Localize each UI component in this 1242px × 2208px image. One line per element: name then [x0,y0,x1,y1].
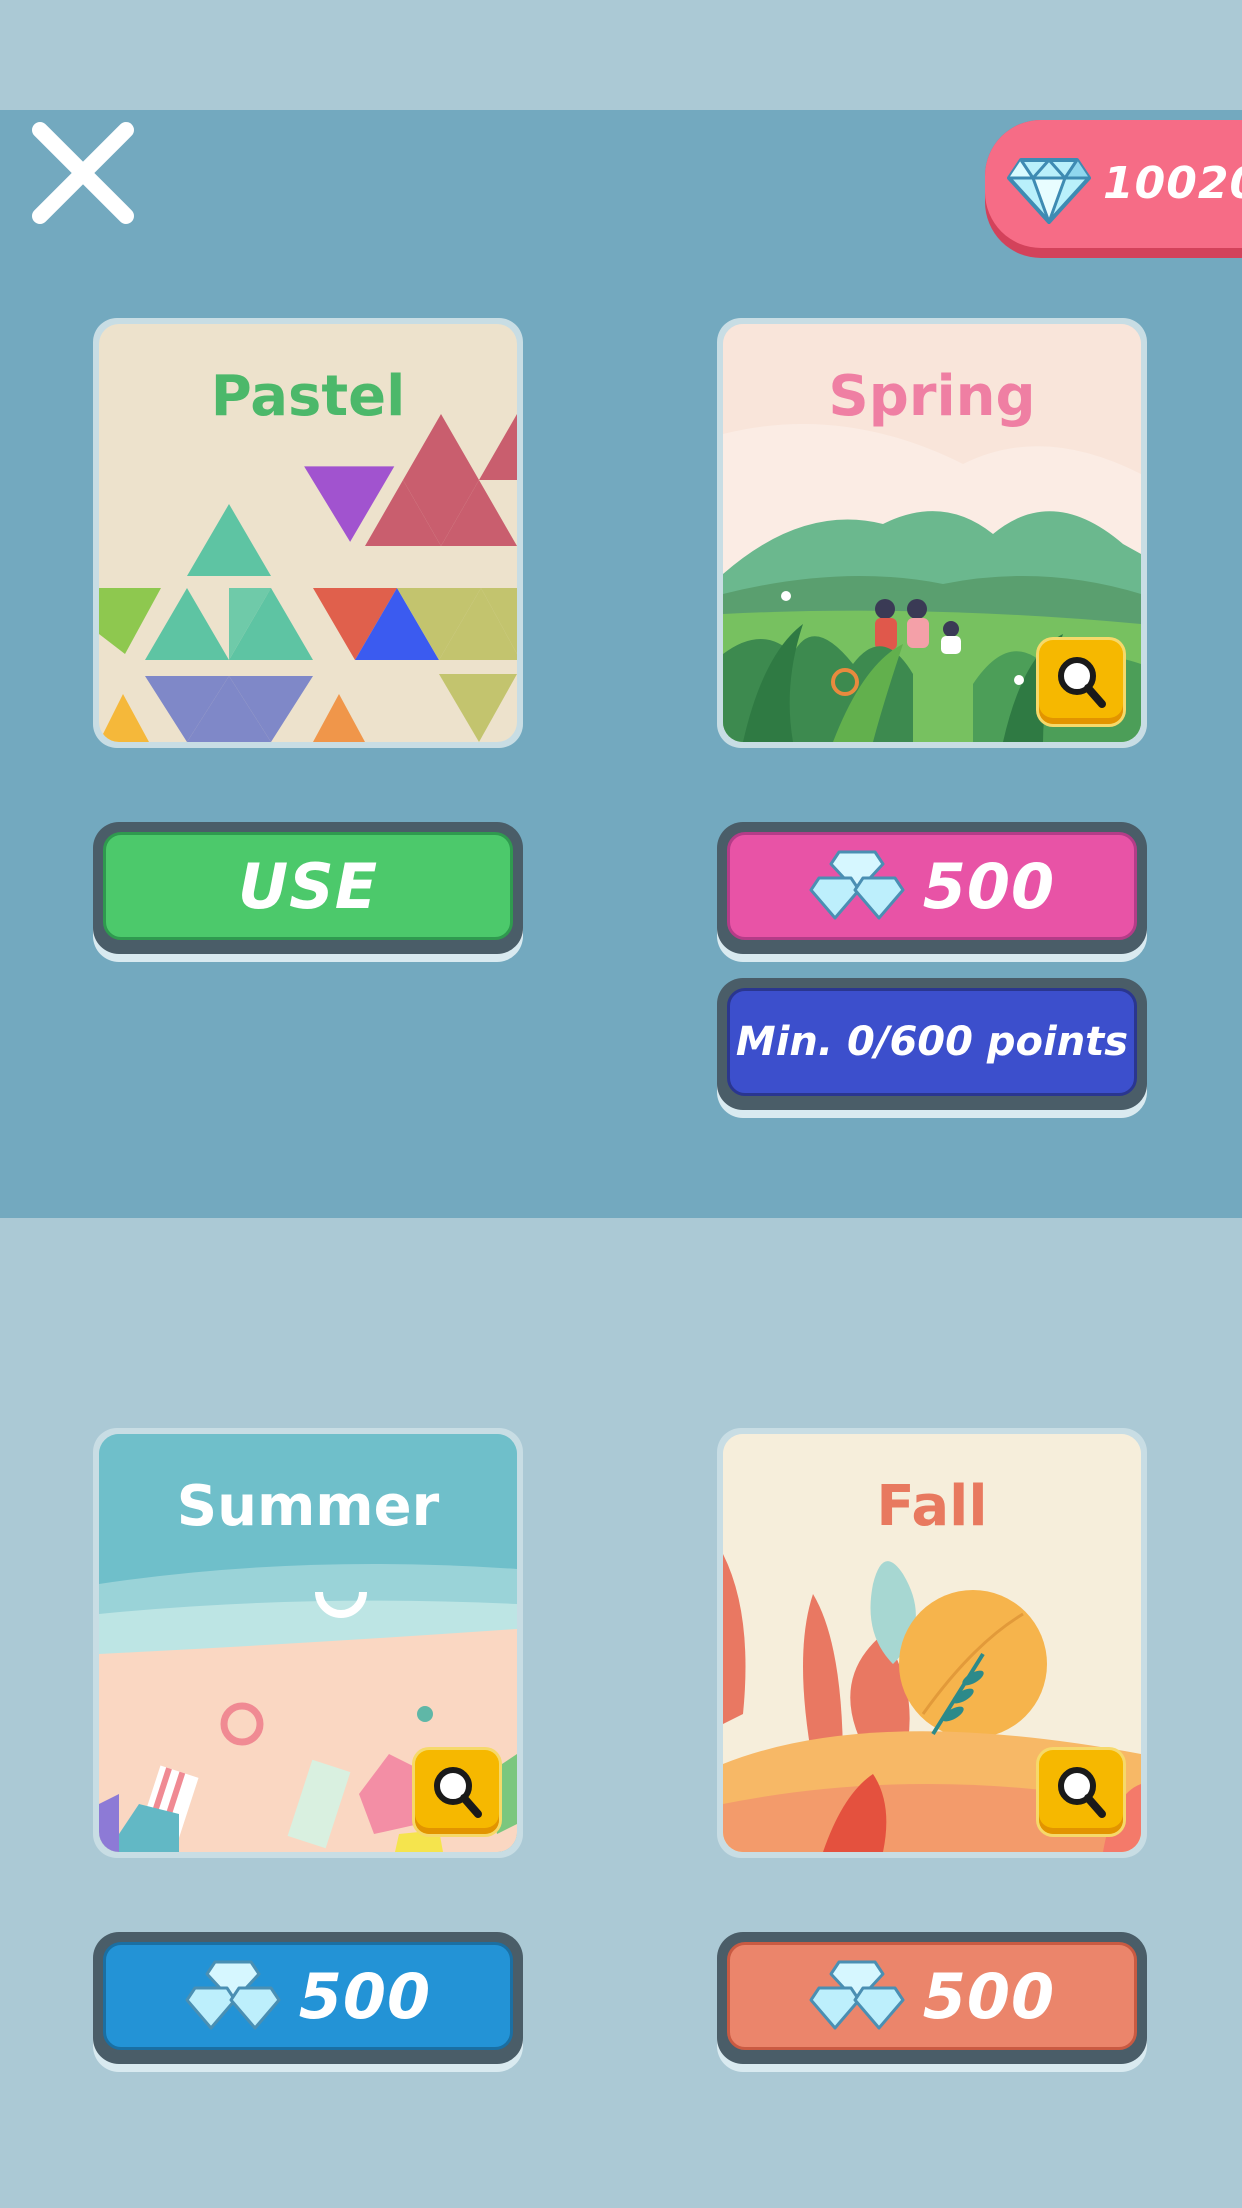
requirement-label-spring: Min. 0/600 points [735,1019,1129,1065]
price-label-spring: 500 [922,849,1056,923]
requirement-button-spring[interactable]: Min. 0/600 points [717,978,1147,1110]
preview-button-spring[interactable] [1039,640,1123,724]
close-icon [32,122,134,224]
gem-balance-value: 10020 [1103,158,1242,209]
theme-title-summer: Summer [176,1474,440,1539]
buy-button-fall[interactable]: 500 [717,1932,1147,2064]
gems-pile-icon [809,850,905,920]
gem-balance-counter: 10020 [985,120,1242,258]
theme-card-summer[interactable]: Summer [93,1428,523,1858]
buy-button-summer[interactable]: 500 [93,1932,523,2064]
magnifier-icon [1058,1767,1106,1818]
use-button-label: USE [237,849,379,923]
close-button[interactable] [30,120,136,226]
buy-button-spring[interactable]: 500 [717,822,1147,954]
theme-title-pastel: Pastel [210,364,406,429]
theme-card-spring[interactable]: Spring [717,318,1147,748]
theme-card-pastel[interactable]: Pastel [93,318,523,748]
price-label-fall: 500 [922,1959,1056,2033]
diamond-icon [1007,157,1091,224]
preview-button-summer[interactable] [415,1750,499,1834]
preview-button-fall[interactable] [1039,1750,1123,1834]
theme-title-spring: Spring [828,364,1036,429]
magnifier-icon [1058,657,1106,708]
magnifier-icon [434,1767,482,1818]
price-label-summer: 500 [298,1959,432,2033]
gems-pile-icon [809,1960,905,2030]
use-button-pastel[interactable]: USE [93,822,523,954]
theme-title-fall: Fall [876,1474,988,1539]
gems-pile-icon [185,1960,281,2030]
theme-card-fall[interactable]: Fall [717,1428,1147,1858]
